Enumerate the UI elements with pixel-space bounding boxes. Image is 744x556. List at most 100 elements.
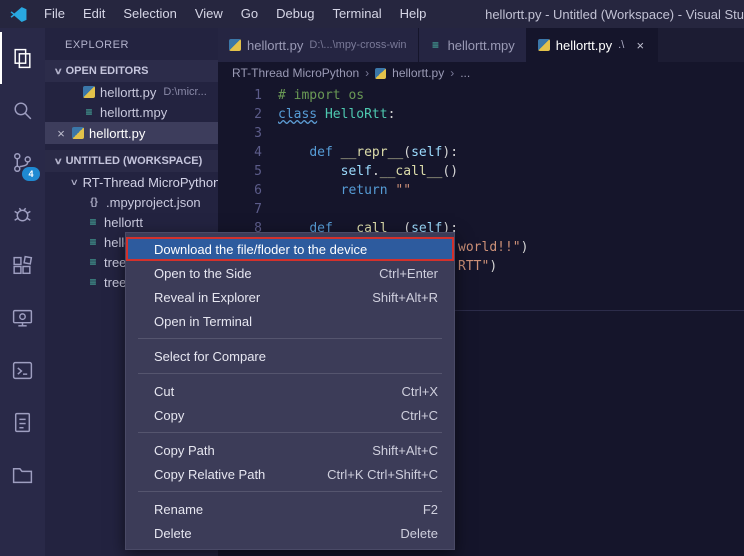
chevron-down-icon: ∨: [70, 177, 79, 188]
json-file-icon: {}: [87, 197, 101, 208]
menu-item-label: Copy: [154, 408, 381, 423]
code-line[interactable]: 2class HelloRtt:: [218, 105, 744, 124]
menu-item-reveal-in-explorer[interactable]: Reveal in Explorer Shift+Alt+R: [126, 285, 454, 309]
code-text: return "": [278, 181, 411, 200]
breadcrumb-symbol[interactable]: ...: [460, 66, 470, 80]
menu-item-copy[interactable]: Copy Ctrl+C: [126, 403, 454, 427]
menu-item-shortcut: Delete: [400, 526, 438, 541]
tab-bar: hellortt.py D:\...\mpy-cross-win ≡ hello…: [218, 28, 744, 62]
menu-item-label: Copy Path: [154, 443, 352, 458]
code-text: class HelloRtt:: [278, 105, 395, 124]
open-editor-item-active[interactable]: × hellortt.py: [45, 122, 218, 144]
file-row-hellortt[interactable]: ≡ hellortt: [45, 212, 218, 232]
tab-hellortt-py-active[interactable]: hellortt.py .\ ×: [527, 28, 659, 62]
code-line[interactable]: 6 return "": [218, 181, 744, 200]
title-bar: File Edit Selection View Go Debug Termin…: [0, 0, 744, 28]
breadcrumb-folder[interactable]: RT-Thread MicroPython: [232, 66, 359, 80]
python-file-icon: [375, 68, 386, 79]
code-line[interactable]: 1# import os: [218, 86, 744, 105]
menu-file[interactable]: File: [35, 0, 74, 28]
line-number: 6: [218, 181, 262, 200]
chevron-down-icon: ∨: [54, 156, 63, 167]
code-text: def __repr__(self):: [278, 143, 458, 162]
open-editors-header[interactable]: ∨ OPEN EDITORS: [45, 60, 218, 82]
device-screen-icon[interactable]: [0, 292, 45, 344]
menu-item-select-for-compare[interactable]: Select for Compare: [126, 344, 454, 368]
python-file-icon: [538, 39, 550, 51]
menu-edit[interactable]: Edit: [74, 0, 114, 28]
activity-bar: 4: [0, 28, 45, 556]
tab-hellortt-py-external[interactable]: hellortt.py D:\...\mpy-cross-win: [218, 28, 419, 62]
menu-help[interactable]: Help: [391, 0, 436, 28]
breadcrumb-separator-icon: ›: [450, 66, 454, 80]
extensions-icon[interactable]: [0, 240, 45, 292]
python-file-icon: [83, 86, 95, 98]
line-number: 7: [218, 200, 262, 219]
menu-item-open-to-side[interactable]: Open to the Side Ctrl+Enter: [126, 261, 454, 285]
menu-item-label: Cut: [154, 384, 382, 399]
tab-hellortt-mpy[interactable]: ≡ hellortt.mpy: [419, 28, 527, 62]
workspace-header[interactable]: ∨ UNTITLED (WORKSPACE): [45, 150, 218, 172]
menu-go[interactable]: Go: [232, 0, 267, 28]
file-row-mpyproject-json[interactable]: {} .mpyproject.json: [45, 192, 218, 212]
menu-separator: [138, 373, 442, 374]
explorer-icon[interactable]: [0, 32, 45, 84]
tab-label: hellortt.py: [247, 38, 303, 53]
breadcrumb: RT-Thread MicroPython › hellortt.py › ..…: [218, 62, 744, 84]
menu-separator: [138, 432, 442, 433]
menu-item-cut[interactable]: Cut Ctrl+X: [126, 379, 454, 403]
code-text: self.__call__(): [278, 162, 458, 181]
menu-item-shortcut: Ctrl+Enter: [379, 266, 438, 281]
debug-icon[interactable]: [0, 188, 45, 240]
open-editor-item[interactable]: ≡ hellortt.mpy: [45, 102, 218, 122]
code-line[interactable]: 4 def __repr__(self):: [218, 143, 744, 162]
open-editor-item[interactable]: hellortt.py D:\micr...: [45, 82, 218, 102]
breadcrumb-file[interactable]: hellortt.py: [392, 66, 444, 80]
menu-item-label: Select for Compare: [154, 349, 438, 364]
file-name: hellortt.py: [100, 85, 156, 100]
folder-name: RT-Thread MicroPython: [83, 175, 218, 190]
menu-item-label: Open to the Side: [154, 266, 359, 281]
mpy-file-icon: ≡: [87, 256, 99, 268]
line-number: 1: [218, 86, 262, 105]
menu-item-copy-path[interactable]: Copy Path Shift+Alt+C: [126, 438, 454, 462]
python-file-icon: [72, 127, 84, 139]
menu-item-label: Copy Relative Path: [154, 467, 307, 482]
menu-item-shortcut: Shift+Alt+R: [372, 290, 438, 305]
menu-item-download-to-device[interactable]: Download the file/floder to the device: [126, 237, 454, 261]
breadcrumb-separator-icon: ›: [365, 66, 369, 80]
context-menu: Download the file/floder to the device O…: [125, 232, 455, 550]
mpy-file-icon: ≡: [430, 39, 442, 51]
close-icon[interactable]: ×: [634, 38, 646, 53]
file-name: hellortt.mpy: [100, 105, 167, 120]
menu-item-shortcut: Ctrl+C: [401, 408, 438, 423]
menu-item-delete[interactable]: Delete Delete: [126, 521, 454, 545]
source-control-icon[interactable]: 4: [0, 136, 45, 188]
menu-view[interactable]: View: [186, 0, 232, 28]
menu-item-rename[interactable]: Rename F2: [126, 497, 454, 521]
folder-icon[interactable]: [0, 448, 45, 500]
menu-item-label: Delete: [154, 526, 380, 541]
tab-path-detail: D:\...\mpy-cross-win: [309, 39, 406, 51]
mpy-file-icon: ≡: [83, 106, 95, 118]
folder-row-rt-thread-micropython[interactable]: ∨ RT-Thread MicroPython: [45, 172, 218, 192]
file-name: .mpyproject.json: [106, 195, 201, 210]
line-number: 4: [218, 143, 262, 162]
source-control-badge: 4: [22, 167, 40, 181]
menu-item-label: Rename: [154, 502, 403, 517]
console-icon[interactable]: [0, 344, 45, 396]
menu-item-copy-relative-path[interactable]: Copy Relative Path Ctrl+K Ctrl+Shift+C: [126, 462, 454, 486]
search-icon[interactable]: [0, 84, 45, 136]
menu-item-label: Reveal in Explorer: [154, 290, 352, 305]
code-line[interactable]: 7: [218, 200, 744, 219]
menu-selection[interactable]: Selection: [114, 0, 185, 28]
mpy-file-icon: ≡: [87, 276, 99, 288]
output-file-icon[interactable]: [0, 396, 45, 448]
menu-debug[interactable]: Debug: [267, 0, 323, 28]
menu-terminal[interactable]: Terminal: [323, 0, 390, 28]
file-path-detail: D:\micr...: [163, 86, 206, 98]
menu-item-open-in-terminal[interactable]: Open in Terminal: [126, 309, 454, 333]
code-line[interactable]: 5 self.__call__(): [218, 162, 744, 181]
close-icon[interactable]: ×: [55, 126, 67, 141]
code-line[interactable]: 3: [218, 124, 744, 143]
